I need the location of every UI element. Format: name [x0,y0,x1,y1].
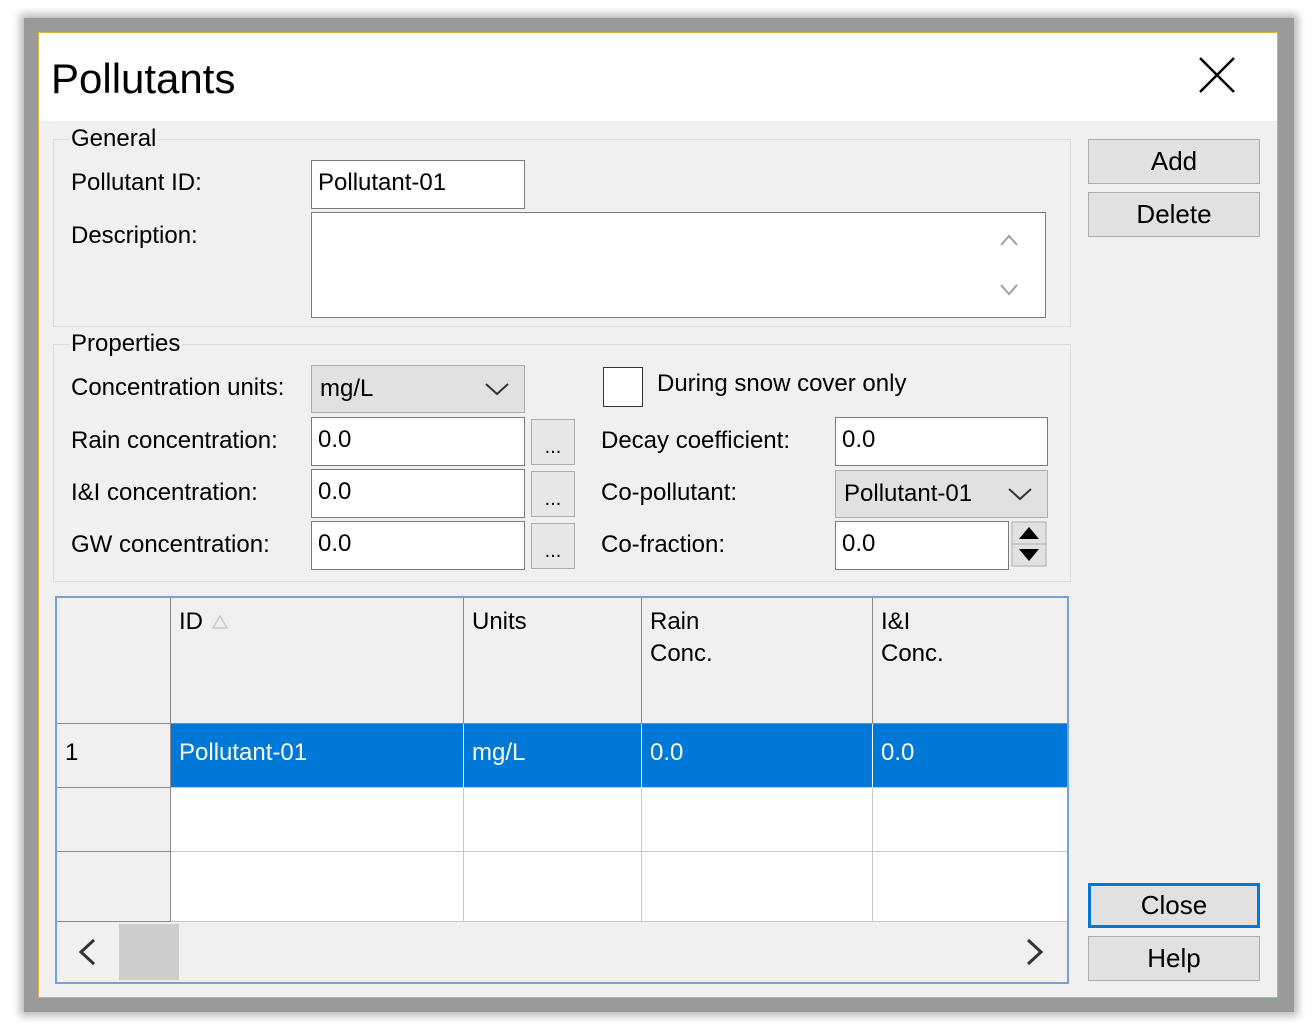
delete-button[interactable]: Delete [1088,192,1260,237]
pollutants-dialog: Pollutants General Pollutant ID: Polluta… [38,32,1278,998]
description-label: Description: [71,222,198,249]
concentration-units-label: Concentration units: [71,374,285,401]
column-header-rain[interactable]: Rain Conc. [642,598,873,724]
corner-header [57,598,171,724]
scroll-right-icon[interactable] [1025,938,1045,966]
scroll-down-icon[interactable] [999,283,1019,297]
co-pollutant-select[interactable]: Pollutant-01 [835,470,1048,518]
snow-cover-label: During snow cover only [657,370,907,397]
ii-concentration-label: I&I concentration: [71,479,258,506]
window-title: Pollutants [51,55,236,102]
pollutant-id-input[interactable]: Pollutant-01 [311,160,525,209]
row-header[interactable]: 1 [57,724,171,788]
table-cell-id[interactable]: Pollutant-01 [171,724,464,788]
table-cell-ii[interactable]: 0.0 [873,724,1067,788]
column-header-ii[interactable]: I&I Conc. [873,598,1067,724]
table-cell[interactable] [171,852,464,922]
column-header-rain-line1: Rain [650,608,700,635]
column-header-rain-line2: Conc. [650,640,713,667]
gw-concentration-input[interactable]: 0.0 [311,521,525,570]
column-header-units-text: Units [472,608,527,635]
row-header[interactable] [57,788,171,852]
co-fraction-label: Co-fraction: [601,531,726,558]
general-group-title: General [69,125,159,153]
title-bar: Pollutants [39,33,1277,121]
close-button[interactable]: Close [1088,883,1260,928]
concentration-units-value: mg/L [320,375,374,402]
co-pollutant-label: Co-pollutant: [601,479,738,506]
chevron-down-icon [485,383,509,396]
gw-concentration-ellipsis-button[interactable]: ... [531,523,575,569]
ii-concentration-ellipsis-button[interactable]: ... [531,471,575,517]
pollutants-table: ID Units Rain Conc. I&I Conc. 1 Pollutan… [55,596,1069,984]
co-pollutant-value: Pollutant-01 [844,480,973,507]
description-textarea[interactable] [311,212,1046,318]
column-header-id[interactable]: ID [171,598,464,724]
table-cell[interactable] [464,852,642,922]
properties-group-title: Properties [69,330,183,358]
add-button[interactable]: Add [1088,139,1260,184]
close-x-icon[interactable] [1197,55,1237,95]
column-header-ii-line1: I&I [881,608,911,635]
sort-up-icon [211,614,228,629]
column-header-ii-line2: Conc. [881,640,944,667]
pollutant-id-label: Pollutant ID: [71,169,202,196]
decay-coefficient-label: Decay coefficient: [601,427,790,454]
decay-coefficient-input[interactable]: 0.0 [835,417,1048,466]
gw-concentration-label: GW concentration: [71,531,270,558]
ii-concentration-input[interactable]: 0.0 [311,469,525,518]
horizontal-scrollbar[interactable] [57,922,1067,982]
table-cell-units[interactable]: mg/L [464,724,642,788]
row-header[interactable] [57,852,171,922]
scroll-left-icon[interactable] [77,938,97,966]
snow-cover-checkbox[interactable] [603,367,643,407]
co-fraction-input[interactable]: 0.0 [835,521,1009,570]
rain-concentration-label: Rain concentration: [71,427,278,454]
chevron-down-icon [1008,488,1032,501]
spin-up-down-icon[interactable] [1011,521,1047,567]
scroll-up-icon[interactable] [999,233,1019,247]
table-cell[interactable] [873,788,1067,852]
table-cell[interactable] [171,788,464,852]
table-cell[interactable] [642,788,873,852]
help-button[interactable]: Help [1088,936,1260,981]
rain-concentration-input[interactable]: 0.0 [311,417,525,466]
column-header-id-text: ID [179,608,203,635]
concentration-units-select[interactable]: mg/L [311,365,525,413]
rain-concentration-ellipsis-button[interactable]: ... [531,419,575,465]
scrollbar-thumb[interactable] [119,924,179,980]
table-cell[interactable] [464,788,642,852]
column-header-units[interactable]: Units [464,598,642,724]
table-cell[interactable] [873,852,1067,922]
table-cell-rain[interactable]: 0.0 [642,724,873,788]
table-cell[interactable] [642,852,873,922]
